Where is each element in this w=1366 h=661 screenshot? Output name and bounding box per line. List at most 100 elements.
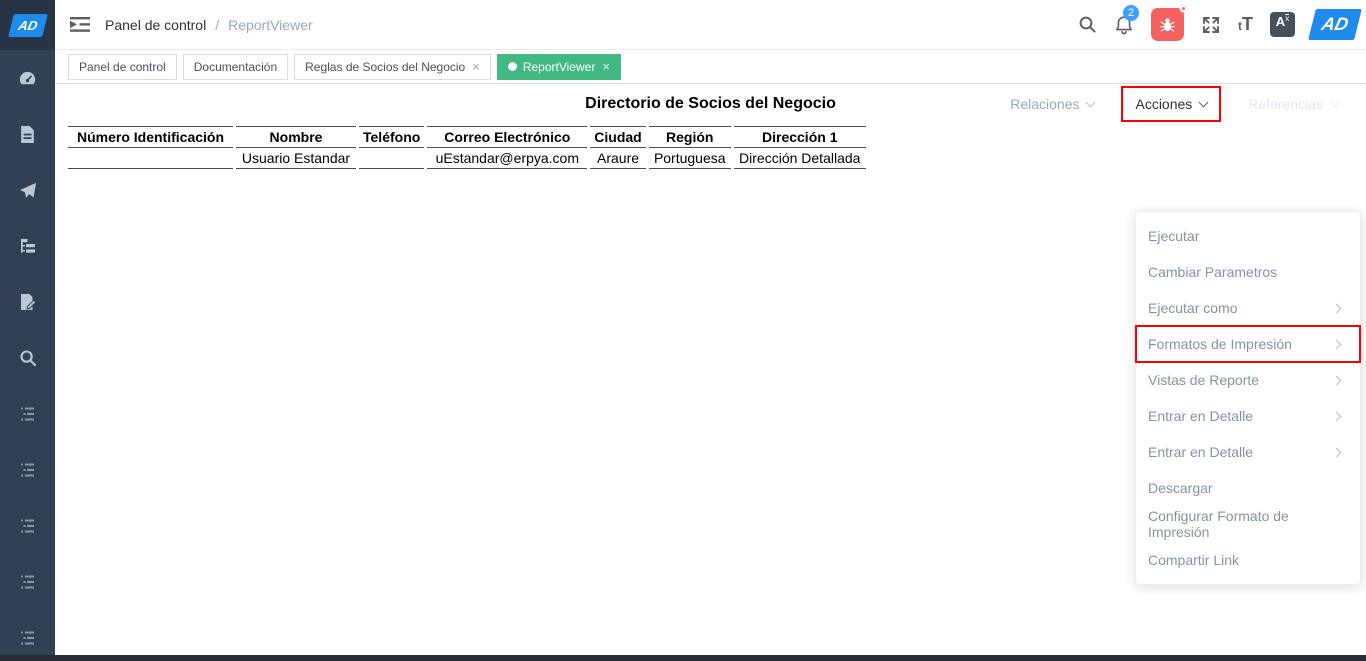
language-label: A bbox=[1275, 14, 1286, 29]
send-icon[interactable] bbox=[0, 162, 55, 218]
menu-item-label: Compartir Link bbox=[1148, 552, 1240, 568]
menu-item-entrar-en-detalle[interactable]: Entrar en Detalle bbox=[1136, 434, 1360, 470]
active-tab-dot bbox=[507, 62, 517, 71]
menu-item-ejecutar[interactable]: Ejecutar bbox=[1136, 218, 1360, 254]
brand-logo[interactable]: AD bbox=[1308, 9, 1362, 40]
menu-item-descargar[interactable]: Descargar bbox=[1136, 470, 1360, 506]
tree-list-icon[interactable] bbox=[0, 218, 55, 274]
menu-item-label: Entrar en Detalle bbox=[1148, 444, 1254, 460]
menu-item-ejecutar-como[interactable]: Ejecutar como bbox=[1136, 290, 1360, 326]
column-header: Número Identificación bbox=[68, 126, 233, 148]
menu-item-formatos-de-impresi-n[interactable]: Formatos de Impresión bbox=[1135, 325, 1361, 363]
topbar: Panel de control / ReportViewer 2 tT A x… bbox=[55, 0, 1366, 50]
topbar-actions: 2 tT A x AD bbox=[1078, 5, 1366, 41]
column-header: Región bbox=[648, 126, 731, 148]
tab-panel-de-control[interactable]: Panel de control bbox=[68, 53, 177, 80]
button-label: Relaciones bbox=[1010, 96, 1080, 112]
font-size-icon[interactable]: tT bbox=[1238, 15, 1253, 34]
chevron-right-icon bbox=[1331, 447, 1342, 457]
chevron-down-icon bbox=[1329, 97, 1340, 108]
font-size-large-label: T bbox=[1242, 14, 1253, 34]
chevron-right-icon bbox=[1331, 339, 1342, 349]
hamburger-menu-icon[interactable] bbox=[55, 16, 105, 33]
menu-item-label: Vistas de Reporte bbox=[1148, 372, 1260, 388]
menu-item-label: Formatos de Impresión bbox=[1148, 336, 1292, 352]
column-header: Correo Electrónico bbox=[427, 126, 588, 148]
nested-list-icon[interactable] bbox=[0, 498, 55, 554]
menu-item-configurar-formato-de-impresi-n[interactable]: Configurar Formato de Impresión bbox=[1136, 506, 1360, 542]
nested-list-icon[interactable] bbox=[0, 554, 55, 610]
table-cell bbox=[359, 148, 425, 169]
column-header: Teléfono bbox=[359, 126, 425, 148]
brand-logo-icon: AD bbox=[1308, 9, 1362, 40]
sidebar: AD bbox=[0, 0, 55, 655]
nested-list-icon[interactable] bbox=[0, 386, 55, 442]
table-cell: Usuario Estandar bbox=[236, 148, 356, 169]
button-label: Acciones bbox=[1135, 96, 1193, 112]
tab-label: Panel de control bbox=[79, 59, 166, 74]
menu-item-entrar-en-detalle[interactable]: Entrar en Detalle bbox=[1136, 398, 1360, 434]
tab-reglas-de-socios-del-negocio[interactable]: Reglas de Socios del Negocio × bbox=[294, 53, 491, 80]
chevron-right-icon bbox=[1331, 411, 1342, 421]
menu-item-label: Cambiar Parametros bbox=[1148, 264, 1278, 280]
tab-label: Documentación bbox=[193, 59, 278, 74]
referencias-dropdown-button[interactable]: Referencias bbox=[1234, 86, 1352, 122]
table-header-row: Número Identificación Nombre Teléfono Corre… bbox=[68, 126, 866, 148]
breadcrumb-separator: / bbox=[215, 16, 220, 33]
bug-status-dot bbox=[1180, 5, 1187, 12]
search-icon[interactable] bbox=[1078, 15, 1097, 34]
brand-logo-icon: AD bbox=[7, 13, 48, 37]
menu-item-compartir-link[interactable]: Compartir Link bbox=[1136, 542, 1360, 578]
document-edit-icon[interactable] bbox=[0, 274, 55, 330]
chevron-right-icon bbox=[1331, 375, 1342, 385]
fullscreen-icon[interactable] bbox=[1201, 15, 1221, 35]
tab-documentaci-n[interactable]: Documentación bbox=[182, 53, 289, 80]
relaciones-dropdown-button[interactable]: Relaciones bbox=[996, 86, 1108, 122]
app-window: AD Panel de control / ReportViewer 2 tT … bbox=[0, 0, 1366, 661]
dashboard-icon[interactable] bbox=[0, 50, 55, 106]
menu-item-label: Configurar Formato de Impresión bbox=[1148, 508, 1289, 540]
open-tabs-bar: Panel de control Documentación Reglas de S… bbox=[55, 50, 1366, 84]
report-actions-bar: Relaciones Acciones Referencias bbox=[996, 86, 1352, 122]
search-icon[interactable] bbox=[0, 330, 55, 386]
menu-item-label: Entrar en Detalle bbox=[1148, 408, 1254, 424]
nested-list-icon[interactable] bbox=[0, 610, 55, 661]
language-sup: x bbox=[1285, 14, 1290, 23]
tab-label: ReportViewer bbox=[522, 59, 596, 74]
tab-close-icon[interactable]: × bbox=[472, 59, 480, 74]
chevron-down-icon bbox=[1086, 97, 1096, 108]
report-table: Número Identificación Nombre Teléfono Corre… bbox=[65, 126, 869, 169]
table-cell: Araure bbox=[590, 148, 646, 169]
tab-reportviewer[interactable]: ReportViewer × bbox=[496, 53, 621, 80]
chevron-right-icon bbox=[1331, 303, 1342, 313]
column-header: Dirección 1 bbox=[733, 126, 866, 148]
menu-item-cambiar-parametros[interactable]: Cambiar Parametros bbox=[1136, 254, 1360, 290]
tab-label: Reglas de Socios del Negocio bbox=[305, 59, 466, 74]
table-cell: Dirección Detallada bbox=[733, 148, 866, 169]
sidebar-menu bbox=[0, 50, 55, 661]
menu-item-label: Ejecutar como bbox=[1148, 300, 1238, 316]
acciones-dropdown-menu: Ejecutar Cambiar Parametros Ejecutar como F… bbox=[1135, 211, 1361, 585]
button-label: Referencias bbox=[1248, 96, 1323, 112]
issues-bug-button[interactable] bbox=[1151, 5, 1187, 41]
language-switch-icon[interactable]: A x bbox=[1270, 12, 1295, 37]
acciones-dropdown-button[interactable]: Acciones bbox=[1121, 86, 1222, 122]
nested-list-icon[interactable] bbox=[0, 442, 55, 498]
breadcrumb-item-panel[interactable]: Panel de control bbox=[105, 17, 206, 33]
sidebar-logo[interactable]: AD bbox=[0, 0, 55, 50]
breadcrumb-item-reportviewer: ReportViewer bbox=[228, 16, 313, 33]
menu-item-label: Ejecutar bbox=[1148, 228, 1200, 244]
table-cell: Portuguesa bbox=[648, 148, 731, 169]
column-header: Nombre bbox=[236, 126, 356, 148]
menu-item-vistas-de-reporte[interactable]: Vistas de Reporte bbox=[1136, 362, 1360, 398]
table-cell bbox=[68, 148, 233, 169]
menu-item-label: Descargar bbox=[1148, 480, 1213, 496]
notification-count-badge: 2 bbox=[1123, 5, 1139, 21]
document-icon[interactable] bbox=[0, 106, 55, 162]
chevron-down-icon bbox=[1198, 97, 1209, 108]
table-cell: uEstandar@erpya.com bbox=[427, 148, 588, 169]
breadcrumb: Panel de control / ReportViewer bbox=[105, 17, 313, 33]
bottom-edge-bar bbox=[0, 655, 1366, 661]
notifications-bell-icon[interactable]: 2 bbox=[1114, 5, 1139, 35]
tab-close-icon[interactable]: × bbox=[602, 59, 610, 74]
